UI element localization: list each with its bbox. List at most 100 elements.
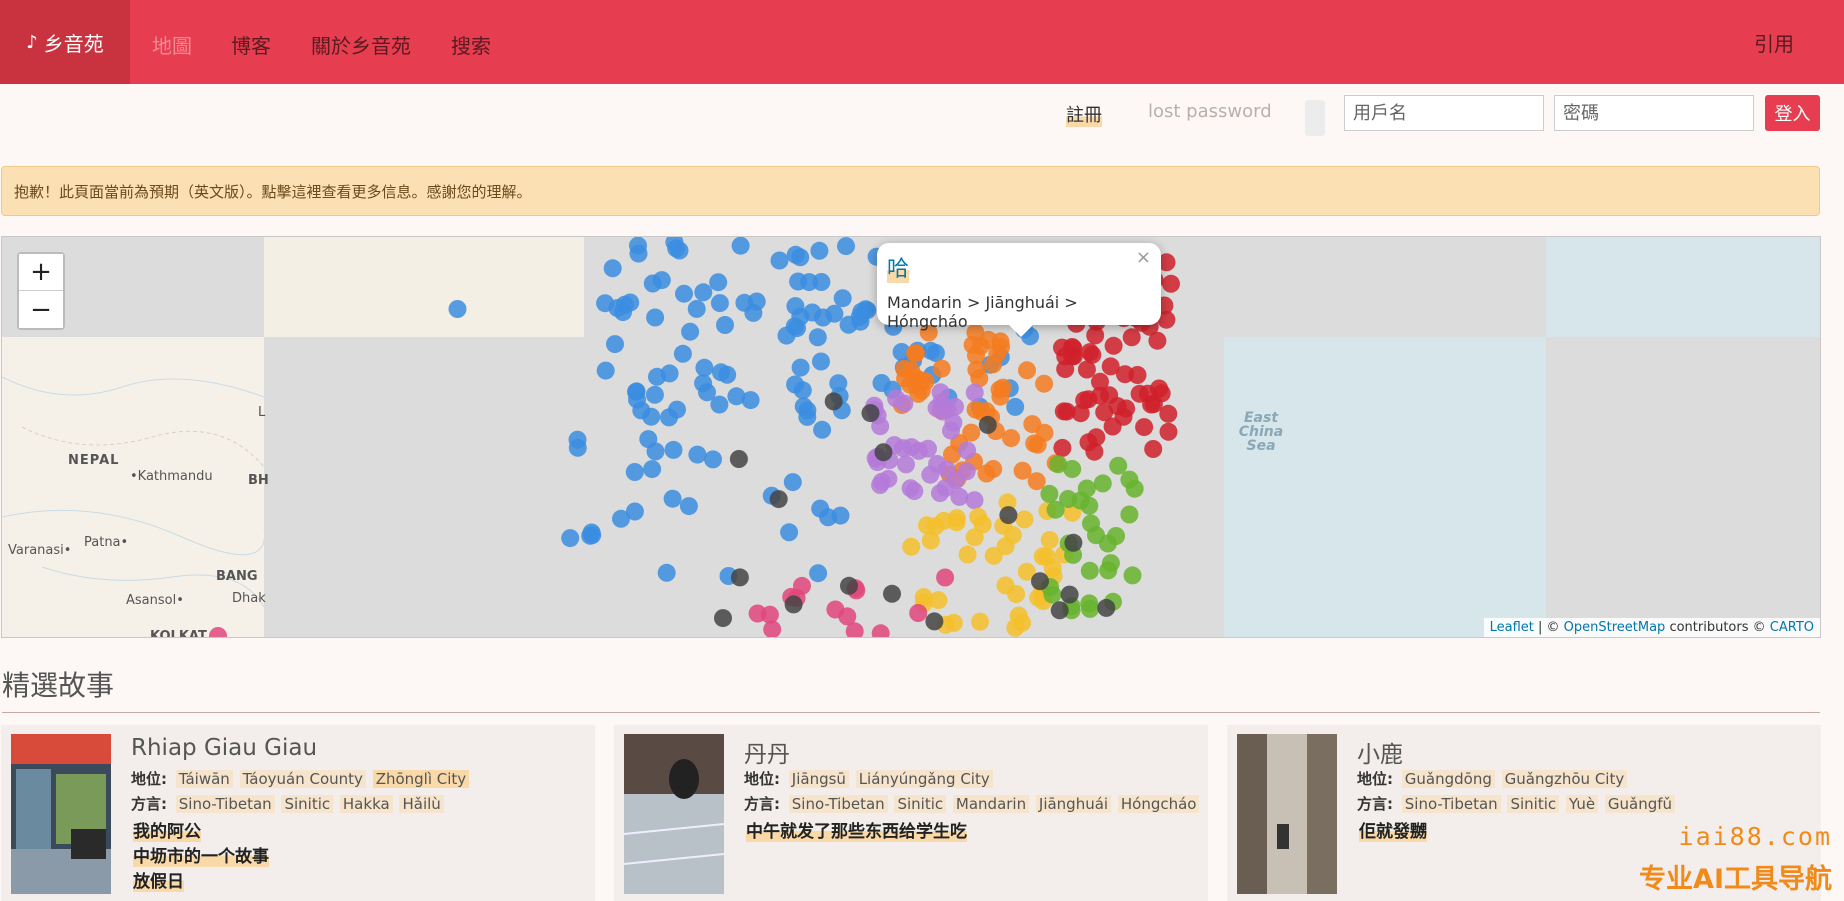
marker-yue[interactable] [902,537,921,556]
marker-min[interactable] [1162,274,1180,293]
marker-yue[interactable] [958,545,977,564]
marker-mandarin[interactable] [694,374,713,393]
marker-hakka[interactable] [1099,561,1118,580]
marker-other[interactable] [1064,533,1083,552]
marker-mandarin[interactable] [831,506,850,525]
marker-yue[interactable] [1003,526,1022,545]
marker-mandarin[interactable] [716,316,734,334]
marker-mandarin[interactable] [679,497,698,516]
marker-mandarin[interactable] [814,308,832,327]
location-tag[interactable]: Jiāngsū [788,770,849,788]
marker-mandarin[interactable] [643,460,662,479]
marker-yue[interactable] [947,513,966,532]
brand-link[interactable]: ♪ 乡音苑 [0,0,130,84]
marker-mandarin[interactable] [704,450,722,469]
alert-text[interactable]: 抱歉！此頁面當前為預期（英文版）。點擊這裡查看更多信息。感謝您的理解。 [14,183,532,201]
marker-gan[interactable] [887,389,906,408]
marker-mandarin[interactable] [744,303,763,322]
marker-other[interactable] [840,576,858,595]
marker-min[interactable] [1087,428,1106,447]
marker-yue[interactable] [973,515,992,534]
dialect-tag[interactable]: Hakka [339,795,393,813]
marker-hakka[interactable] [1123,566,1142,585]
marker-mandarin[interactable] [646,308,665,327]
marker-other[interactable] [1060,585,1079,604]
marker-yue[interactable] [944,613,963,632]
location-tag[interactable]: Zhōnglì City [372,770,470,788]
marker-other[interactable] [838,607,857,626]
marker-min[interactable] [1150,379,1169,398]
marker-gan[interactable] [938,400,957,419]
marker-other[interactable] [793,576,811,595]
marker-gan[interactable] [946,471,965,490]
marker-min[interactable] [1053,438,1072,457]
marker-mandarin[interactable] [1006,397,1025,416]
dialect-tag[interactable]: Sinitic [1507,795,1560,813]
marker-mandarin[interactable] [813,420,832,439]
marker-mandarin[interactable] [800,273,819,292]
marker-mandarin[interactable] [629,244,648,263]
dialect-tag[interactable]: Yuè [1565,795,1599,813]
username-input[interactable] [1344,95,1544,131]
marker-hakka[interactable] [1120,505,1139,524]
marker-other[interactable] [1031,572,1049,591]
marker-mandarin[interactable] [582,523,601,542]
story-card-image[interactable] [1237,734,1337,894]
marker-mandarin[interactable] [625,502,644,521]
marker-min[interactable] [1122,328,1141,347]
marker-hakka[interactable] [1120,470,1139,489]
marker-hakka[interactable] [1098,534,1117,553]
marker-wu[interactable] [991,387,1010,406]
story-card-title[interactable]: 小鹿 [1357,735,1403,769]
marker-mandarin[interactable] [856,300,875,319]
marker-hakka[interactable] [1077,479,1096,498]
marker-mandarin[interactable] [709,273,728,292]
marker-gan[interactable] [965,383,984,402]
marker-yue[interactable] [1015,510,1034,529]
marker-other[interactable] [714,609,732,628]
marker-mandarin[interactable] [606,335,624,354]
marker-other[interactable] [871,624,890,638]
leaflet-link[interactable]: Leaflet [1490,620,1534,635]
marker-other[interactable] [883,584,901,603]
marker-wu[interactable] [977,464,996,483]
marker-wu[interactable] [932,359,951,378]
marker-gan[interactable] [905,482,924,501]
nav-link-search[interactable]: 搜索 [451,30,491,59]
register-link[interactable]: 註冊 [1066,101,1102,127]
marker-hakka[interactable] [1093,474,1112,493]
marker-hakka[interactable] [1040,484,1059,503]
marker-wu[interactable] [1018,361,1036,380]
marker-mandarin[interactable] [663,489,682,508]
dialect-tag[interactable]: Jiānghuái [1035,795,1112,813]
marker-wu[interactable] [967,360,986,379]
marker-mandarin[interactable] [793,381,812,400]
marker-mandarin[interactable] [639,430,658,449]
marker-other[interactable] [925,612,944,631]
marker-other[interactable] [209,627,227,638]
marker-mandarin[interactable] [770,251,789,270]
marker-mandarin[interactable] [673,344,692,363]
location-tag[interactable]: Guǎngzhōu City [1501,770,1628,788]
marker-mandarin[interactable] [837,237,855,256]
marker-mandarin[interactable] [675,284,693,303]
marker-wu[interactable] [966,400,985,419]
location-tag[interactable]: Guǎngdōng [1401,770,1495,788]
location-tag[interactable]: Liányúngǎng City [855,770,993,788]
marker-mandarin[interactable] [681,322,700,341]
story-card[interactable]: 丹丹 地位: Jiāngsū Liányúngǎng City 方言: Sino… [614,725,1208,901]
osm-link[interactable]: OpenStreetMap [1564,620,1666,635]
marker-mandarin[interactable] [727,387,746,406]
zoom-out-button[interactable]: − [19,291,63,328]
location-tag[interactable]: Táiwān [175,770,233,788]
dialect-tag[interactable]: Sino-Tibetan [175,795,275,813]
dialect-tag[interactable]: Sinitic [281,795,334,813]
marker-mandarin[interactable] [568,438,587,457]
marker-gan[interactable] [872,472,891,491]
marker-gan[interactable] [958,441,977,460]
marker-mandarin[interactable] [731,237,750,255]
dialect-map[interactable]: NEPAL •Kathmandu Patna• Varanasi• BANG A… [1,236,1821,638]
marker-min[interactable] [1144,395,1163,413]
marker-yue[interactable] [1038,547,1056,566]
marker-other[interactable] [874,443,893,462]
